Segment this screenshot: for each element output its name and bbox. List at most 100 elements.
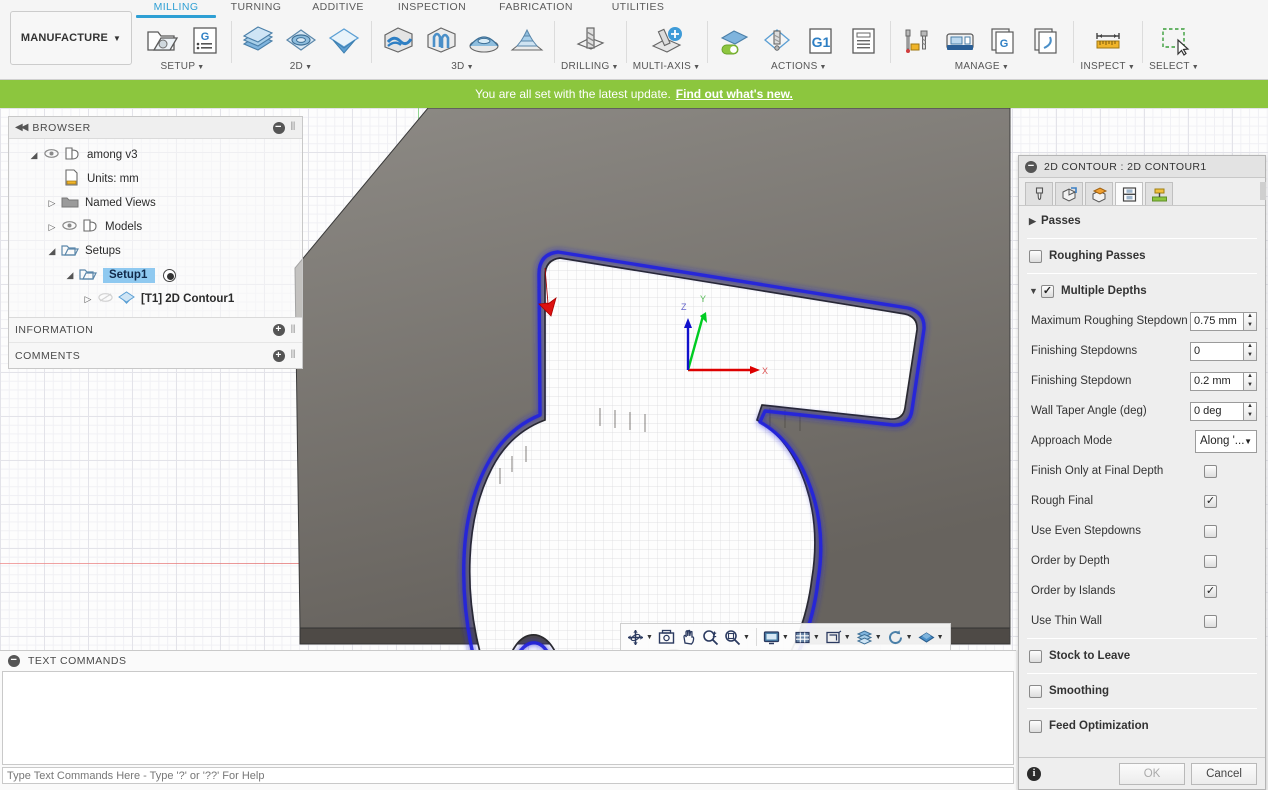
eye-dim-icon[interactable]: [95, 292, 115, 306]
stock-to-leave-checkbox[interactable]: [1029, 649, 1042, 663]
look-at-icon[interactable]: [656, 629, 677, 646]
grid-snaps-icon[interactable]: ▼: [792, 629, 822, 646]
text-commands-output[interactable]: [2, 671, 1014, 765]
stepper-buttons[interactable]: ▲ ▼: [1244, 311, 1257, 331]
eye-icon[interactable]: [41, 148, 61, 162]
expand-icon[interactable]: +: [272, 324, 285, 336]
info-icon[interactable]: i: [1027, 766, 1041, 781]
use-even-stepdowns-checkbox[interactable]: [1204, 524, 1217, 538]
chevron-down-icon[interactable]: ▼: [197, 64, 204, 71]
tree-item-setup1[interactable]: ◢ Setup1: [9, 263, 302, 287]
2d-contour-icon[interactable]: [324, 20, 364, 60]
chevron-down-icon[interactable]: ▼: [937, 634, 944, 641]
tab-fabrication[interactable]: FABRICATION: [484, 0, 588, 20]
tab-inspection[interactable]: INSPECTION: [380, 0, 484, 20]
ok-button[interactable]: OK: [1119, 762, 1185, 785]
chevron-down-icon[interactable]: ▼: [1128, 64, 1135, 71]
section-stock-to-leave[interactable]: Stock to Leave: [1019, 641, 1265, 671]
chevron-down-icon[interactable]: ▼: [743, 634, 750, 641]
orbit-icon[interactable]: ▼: [625, 629, 655, 646]
fit-icon[interactable]: ▼: [722, 629, 752, 646]
job-status-icon[interactable]: [1026, 20, 1066, 60]
chevron-down-icon[interactable]: ▼: [693, 64, 700, 71]
post-process-icon[interactable]: G1 G2: [800, 20, 840, 60]
disclosure-triangle-right-icon[interactable]: ▷: [45, 222, 59, 233]
approach-mode-dropdown[interactable]: Along '... ▼: [1195, 429, 1257, 453]
stepper-buttons[interactable]: ▲ ▼: [1244, 371, 1257, 391]
tree-item-setups[interactable]: ◢ Setups: [9, 239, 302, 263]
section-feed-optimization[interactable]: Feed Optimization: [1019, 711, 1265, 741]
eye-icon[interactable]: [59, 220, 79, 234]
chevron-down-icon[interactable]: ▼: [467, 64, 474, 71]
maximum-roughing-stepdown-input[interactable]: 0.75 mm: [1190, 311, 1244, 331]
viewports-icon[interactable]: ▼: [823, 629, 853, 646]
tree-item-2d-contour1[interactable]: ▷ [T1] 2D Contour1: [9, 287, 302, 311]
chevron-down-icon[interactable]: ▼: [906, 634, 913, 641]
tab-utilities[interactable]: UTILITIES: [588, 0, 688, 20]
chevron-down-icon[interactable]: ▼: [305, 64, 312, 71]
refresh-icon[interactable]: ▼: [885, 629, 915, 646]
pan-icon[interactable]: [678, 629, 699, 646]
passes-tab[interactable]: [1115, 182, 1143, 205]
scallop-icon[interactable]: [464, 20, 504, 60]
chevron-down-icon[interactable]: ▼: [1192, 64, 1199, 71]
drill-icon[interactable]: [570, 20, 610, 60]
chevron-down-icon[interactable]: ▼: [1002, 64, 1009, 71]
section-smoothing[interactable]: Smoothing: [1019, 676, 1265, 706]
panel-grip[interactable]: ⦀: [291, 349, 296, 362]
comments-panel-row[interactable]: COMMENTS + ⦀: [9, 343, 302, 368]
collapse-left-icon[interactable]: ◀◀: [15, 122, 28, 133]
minimize-icon[interactable]: −: [1025, 160, 1037, 173]
order-by-depth-checkbox[interactable]: [1204, 554, 1217, 568]
disclosure-triangle-down-icon[interactable]: ◢: [45, 246, 59, 257]
minimize-icon[interactable]: −: [272, 121, 285, 134]
roughing-passes-checkbox[interactable]: [1029, 249, 1042, 263]
machine-library-icon[interactable]: [940, 20, 980, 60]
section-passes[interactable]: ▶ Passes: [1019, 206, 1265, 236]
smoothing-checkbox[interactable]: [1029, 684, 1042, 698]
tab-milling[interactable]: MILLING: [136, 0, 216, 20]
active-setup-radio[interactable]: [163, 268, 177, 282]
minimize-icon[interactable]: −: [8, 655, 20, 667]
rough-final-checkbox[interactable]: ✓: [1204, 494, 1217, 508]
stepper-buttons[interactable]: ▲ ▼: [1244, 341, 1257, 361]
finishing-stepdowns-input[interactable]: 0: [1190, 341, 1244, 361]
tree-item-models[interactable]: ▷ Models: [9, 215, 302, 239]
panel-scrollbar[interactable]: [1260, 182, 1266, 200]
disclosure-triangle-right-icon[interactable]: ▷: [81, 294, 95, 305]
simulate-icon[interactable]: [714, 20, 754, 60]
panel-grip[interactable]: ⦀: [291, 324, 296, 337]
stepper-buttons[interactable]: ▲ ▼: [1244, 401, 1257, 421]
disclosure-triangle-down-icon[interactable]: ◢: [63, 270, 77, 281]
text-commands-input[interactable]: Type Text Commands Here - Type '?' or '?…: [2, 767, 1014, 784]
tool-library-icon[interactable]: [897, 20, 937, 60]
disclosure-triangle-right-icon[interactable]: ▷: [45, 198, 59, 209]
multiple-depths-checkbox[interactable]: ✓: [1041, 284, 1054, 298]
section-multiple-depths[interactable]: ▼ ✓ Multiple Depths: [1019, 276, 1265, 306]
setup-sheet-icon[interactable]: [843, 20, 883, 60]
appearance-icon[interactable]: ▼: [916, 629, 946, 646]
section-roughing-passes[interactable]: Roughing Passes: [1019, 241, 1265, 271]
information-panel-row[interactable]: INFORMATION + ⦀: [9, 318, 302, 343]
chevron-down-icon[interactable]: ▼: [612, 64, 619, 71]
chevron-down-icon[interactable]: ▼: [782, 634, 789, 641]
chevron-down-icon[interactable]: ▼: [844, 634, 851, 641]
disclosure-triangle-right-icon[interactable]: ▶: [1029, 216, 1041, 227]
2d-adaptive-icon[interactable]: [281, 20, 321, 60]
spiral-icon[interactable]: [507, 20, 547, 60]
wall-taper-angle-input[interactable]: 0 deg: [1190, 401, 1244, 421]
linking-tab[interactable]: [1145, 182, 1173, 205]
measure-icon[interactable]: [1088, 20, 1128, 60]
parallel-icon[interactable]: [421, 20, 461, 60]
whats-new-link[interactable]: Find out what's new.: [676, 87, 793, 101]
heights-tab[interactable]: [1085, 182, 1113, 205]
expand-icon[interactable]: +: [272, 349, 285, 362]
geometry-tab[interactable]: [1055, 182, 1083, 205]
tab-turning[interactable]: TURNING: [216, 0, 296, 20]
generate-gcode-icon[interactable]: G: [184, 20, 224, 60]
tree-item-named-views[interactable]: ▷ Named Views: [9, 191, 302, 215]
finishing-stepdown-input[interactable]: 0.2 mm: [1190, 371, 1244, 391]
zoom-icon[interactable]: [700, 629, 721, 646]
cancel-button[interactable]: Cancel: [1191, 762, 1257, 785]
display-settings-icon[interactable]: ▼: [761, 629, 791, 646]
